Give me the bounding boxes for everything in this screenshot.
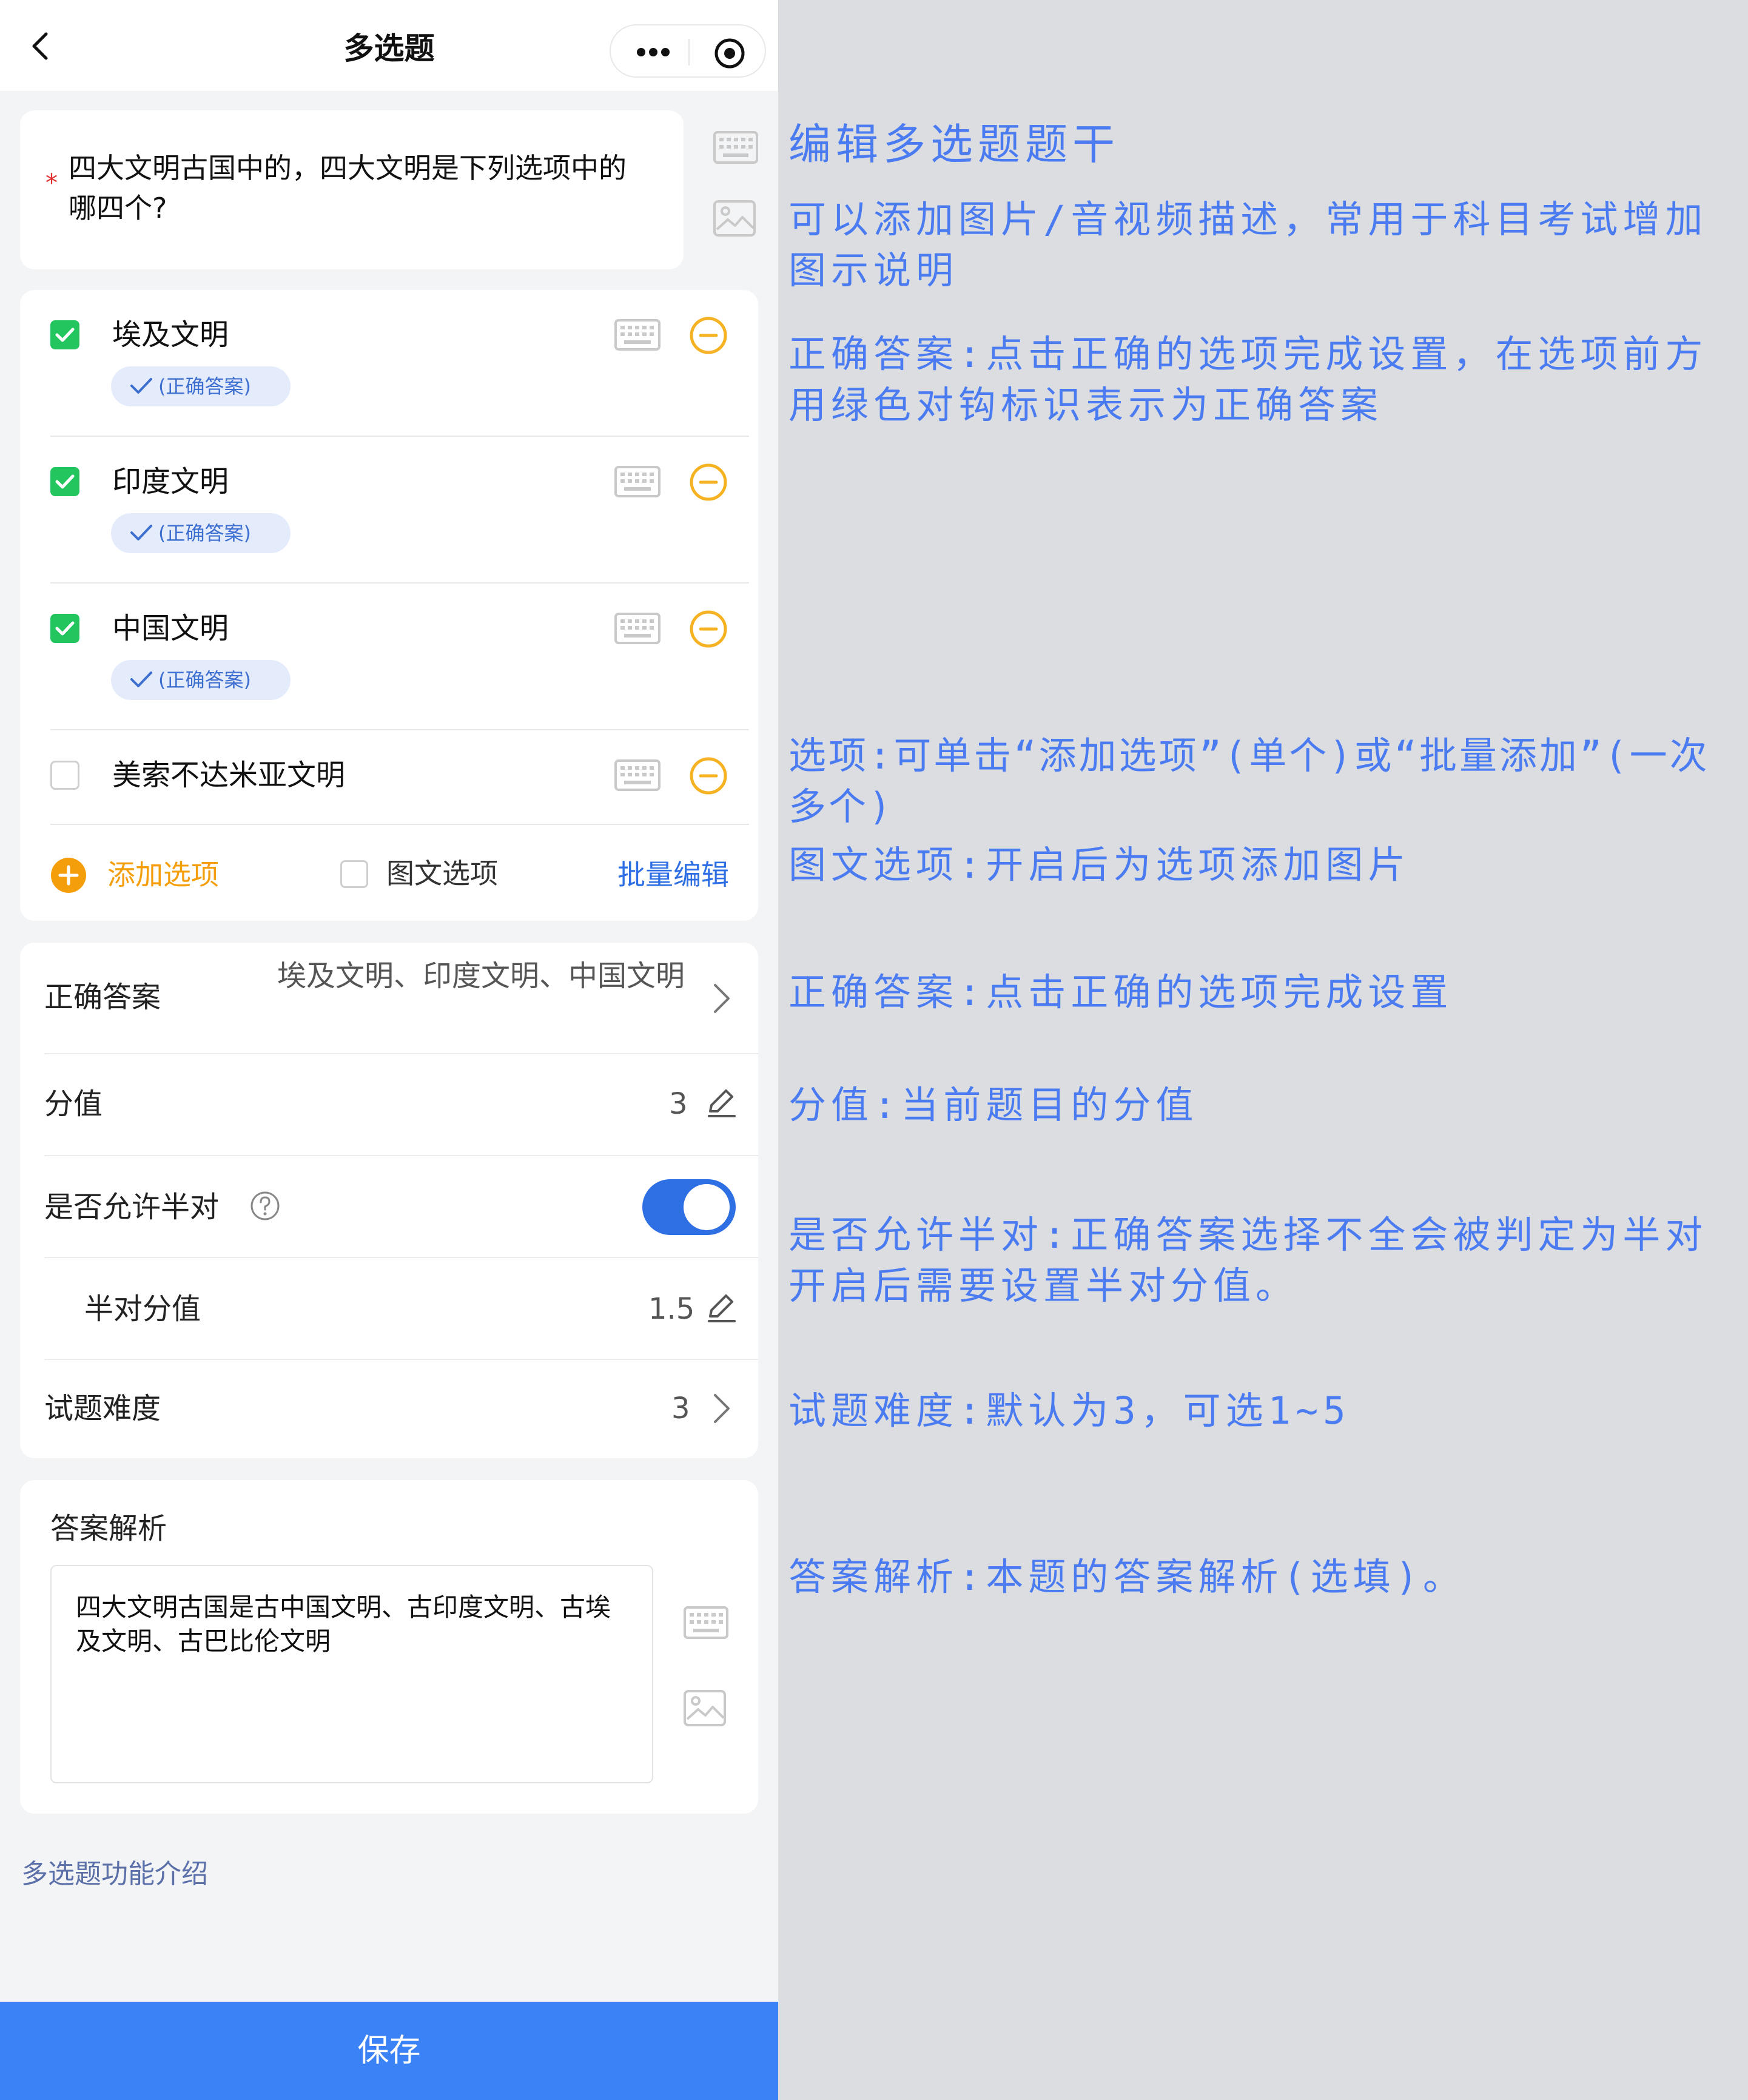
correct-answer-badge-text: (正确答案) bbox=[158, 375, 251, 398]
remove-option-icon[interactable] bbox=[688, 609, 728, 649]
toggle-knob bbox=[684, 1184, 730, 1230]
score-value: 3 bbox=[669, 1087, 688, 1121]
annotation-correct-short: 正确答案:点击正确的选项完成设置 bbox=[788, 970, 1453, 1014]
option-row[interactable]: 印度文明 (正确答案) bbox=[20, 437, 758, 584]
difficulty-label: 试题难度 bbox=[44, 1392, 161, 1425]
nav-bar: 多选题 bbox=[0, 0, 778, 91]
half-score-row[interactable]: 半对分值 1.5 bbox=[20, 1258, 758, 1359]
annotation-options: 选项:可单击“添加选项”(单个)或“批量添加”(一次多个) bbox=[788, 733, 1710, 829]
option-label: 中国文明 bbox=[112, 611, 229, 645]
correct-answer-row[interactable]: 正确答案 埃及文明、印度文明、中国文明 bbox=[20, 943, 758, 1052]
option-row[interactable]: 美索不达米亚文明 bbox=[20, 730, 758, 821]
analysis-textarea[interactable]: 四大文明古国是古中国文明、古印度文明、古埃及文明、古巴比伦文明 bbox=[50, 1565, 653, 1783]
capsule-divider bbox=[688, 39, 690, 66]
chevron-right-icon bbox=[714, 1394, 730, 1423]
correct-answer-label: 正确答案 bbox=[44, 980, 161, 1014]
close-target-icon[interactable] bbox=[713, 36, 747, 70]
keyboard-icon[interactable] bbox=[614, 613, 661, 644]
image-icon[interactable] bbox=[684, 1690, 726, 1726]
half-credit-label: 是否允许半对 bbox=[44, 1190, 220, 1224]
half-score-value: 1.5 bbox=[648, 1292, 695, 1326]
checkbox-checked-icon[interactable] bbox=[50, 467, 79, 496]
checkbox-checked-icon[interactable] bbox=[50, 614, 79, 643]
analysis-title: 答案解析 bbox=[50, 1512, 167, 1546]
add-option-icon[interactable] bbox=[50, 857, 87, 894]
pencil-icon[interactable] bbox=[704, 1086, 738, 1120]
image-option-label[interactable]: 图文选项 bbox=[386, 855, 498, 892]
half-credit-toggle[interactable] bbox=[642, 1179, 736, 1235]
remove-option-icon[interactable] bbox=[688, 315, 728, 355]
annotation-analysis: 答案解析:本题的答案解析(选填)。 bbox=[788, 1555, 1465, 1599]
option-divider bbox=[50, 824, 749, 825]
annotation-image-option: 图文选项:开启后为选项添加图片 bbox=[788, 843, 1411, 887]
annotation-difficulty: 试题难度:默认为3，可选1~5 bbox=[788, 1388, 1351, 1433]
keyboard-icon[interactable] bbox=[614, 759, 661, 791]
pencil-icon[interactable] bbox=[704, 1291, 738, 1325]
feature-intro-link[interactable]: 多选题功能介绍 bbox=[21, 1856, 208, 1893]
keyboard-icon[interactable] bbox=[614, 466, 661, 497]
keyboard-icon[interactable] bbox=[614, 319, 661, 351]
more-dots-icon[interactable] bbox=[634, 42, 673, 62]
annotation-correct-setting: 正确答案:点击正确的选项完成设置，在选项前方用绿色对钩标识表示为正确答案 bbox=[788, 332, 1708, 427]
image-icon[interactable] bbox=[713, 200, 756, 237]
options-card: 埃及文明 (正确答案) 印度文明 (正确答案) 中国文明 (正确答案) 美索不达… bbox=[20, 290, 758, 921]
question-text[interactable]: 四大文明古国中的，四大文明是下列选项中的哪四个? bbox=[69, 148, 651, 228]
image-option-checkbox[interactable] bbox=[340, 860, 368, 888]
chevron-right-icon bbox=[714, 984, 730, 1013]
keyboard-icon[interactable] bbox=[713, 131, 758, 164]
settings-card: 正确答案 埃及文明、印度文明、中国文明 分值 3 是否允许半对 半对分值 1.5… bbox=[20, 943, 758, 1458]
checkbox-checked-icon[interactable] bbox=[50, 320, 79, 349]
correct-answer-badge: (正确答案) bbox=[111, 660, 291, 700]
check-icon bbox=[130, 378, 152, 394]
option-label: 印度文明 bbox=[112, 465, 229, 499]
correct-answer-badge-text: (正确答案) bbox=[158, 522, 251, 545]
score-label: 分值 bbox=[44, 1087, 103, 1121]
check-icon bbox=[130, 671, 152, 687]
correct-answer-value: 埃及文明、印度文明、中国文明 bbox=[277, 959, 685, 993]
half-credit-row[interactable]: 是否允许半对 bbox=[20, 1156, 758, 1257]
help-question-icon[interactable] bbox=[249, 1190, 281, 1222]
option-row[interactable]: 埃及文明 (正确答案) bbox=[20, 290, 758, 437]
annotation-media: 可以添加图片/音视频描述，常用于科目考试增加图示说明 bbox=[788, 197, 1708, 292]
keyboard-icon[interactable] bbox=[684, 1606, 728, 1639]
mini-program-capsule bbox=[610, 24, 766, 78]
save-button[interactable]: 保存 bbox=[0, 2002, 778, 2100]
remove-option-icon[interactable] bbox=[688, 756, 728, 796]
option-label: 美索不达米亚文明 bbox=[112, 758, 346, 792]
correct-answer-badge: (正确答案) bbox=[111, 513, 291, 553]
correct-answer-badge-text: (正确答案) bbox=[158, 668, 251, 692]
required-mark: * bbox=[45, 169, 58, 197]
batch-edit-button[interactable]: 批量编辑 bbox=[617, 856, 729, 893]
checkbox-unchecked-icon[interactable] bbox=[50, 761, 79, 790]
annotation-score: 分值:当前题目的分值 bbox=[788, 1083, 1198, 1127]
annotation-half: 是否允许半对:正确答案选择不全会被判定为半对开启后需要设置半对分值。 bbox=[788, 1213, 1708, 1308]
analysis-text[interactable]: 四大文明古国是古中国文明、古印度文明、古埃及文明、古巴比伦文明 bbox=[76, 1590, 634, 1658]
option-label: 埃及文明 bbox=[112, 318, 229, 352]
phone-screen: 多选题 * 四大文明古国中的，四大文明是下列选项中的哪四个? 埃及文明 (正确答… bbox=[0, 0, 778, 2100]
check-icon bbox=[130, 525, 152, 540]
question-stem-card[interactable]: * 四大文明古国中的，四大文明是下列选项中的哪四个? bbox=[20, 110, 684, 269]
half-score-label: 半对分值 bbox=[84, 1292, 201, 1326]
save-button-label: 保存 bbox=[357, 2033, 421, 2069]
difficulty-value: 3 bbox=[671, 1392, 690, 1425]
score-row[interactable]: 分值 3 bbox=[20, 1054, 758, 1155]
difficulty-row[interactable]: 试题难度 3 bbox=[20, 1360, 758, 1458]
annotation-edit-stem: 编辑多选题题干 bbox=[788, 119, 1120, 169]
remove-option-icon[interactable] bbox=[688, 462, 728, 502]
option-row[interactable]: 中国文明 (正确答案) bbox=[20, 584, 758, 730]
add-option-button[interactable]: 添加选项 bbox=[107, 856, 219, 893]
correct-answer-badge: (正确答案) bbox=[111, 366, 291, 406]
analysis-card: 答案解析 四大文明古国是古中国文明、古印度文明、古埃及文明、古巴比伦文明 bbox=[20, 1480, 758, 1814]
